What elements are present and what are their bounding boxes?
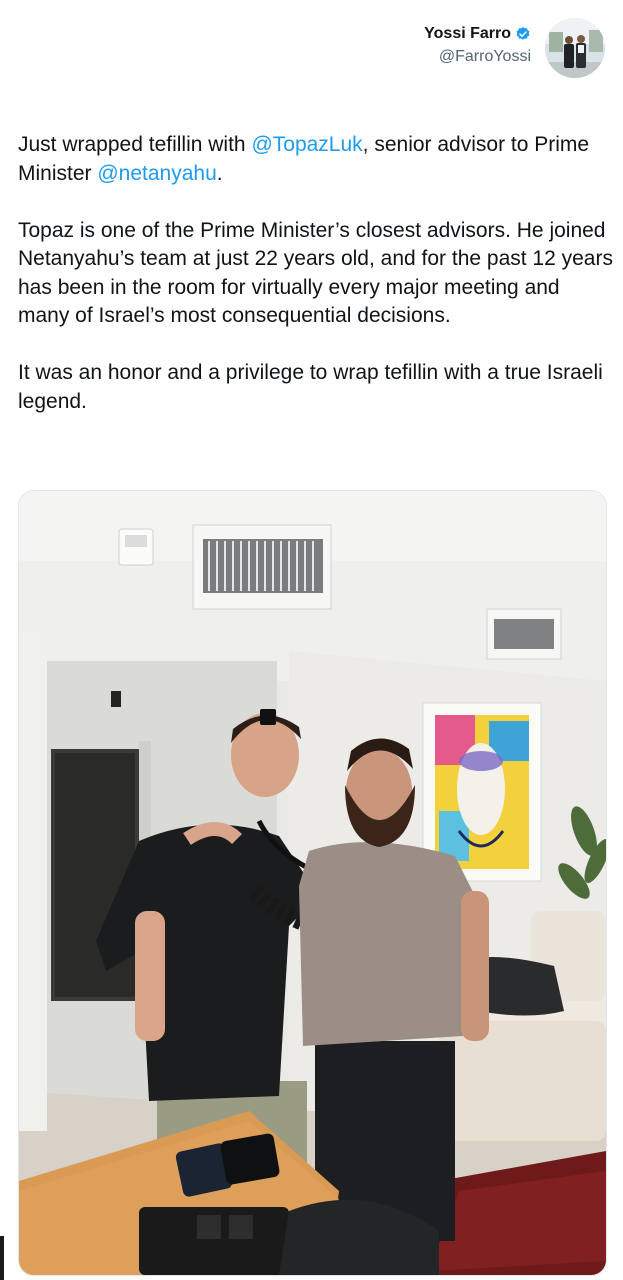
author-handle[interactable]: @FarroYossi [424, 47, 531, 67]
avatar[interactable] [545, 18, 605, 78]
tweet-paragraph-1: Just wrapped tefillin with @TopazLuk, se… [18, 131, 613, 188]
mention-link-topazluk[interactable]: @TopazLuk [251, 133, 362, 156]
edge-artifact [0, 1236, 4, 1280]
tweet-text-segment: . [216, 161, 223, 185]
tweet-screenshot: Yossi Farro @FarroYossi Just wrapped tef… [0, 0, 623, 1280]
tweet-text-segment: Just wrapped tefillin with [18, 133, 252, 156]
mention-link-netanyahu[interactable]: @netanyahu [97, 162, 216, 185]
display-name[interactable]: Yossi Farro [424, 25, 511, 43]
display-name-row[interactable]: Yossi Farro [424, 25, 531, 43]
tweet-photo[interactable] [18, 490, 607, 1276]
tweet-paragraph-2: Topaz is one of the Prime Minister’s clo… [18, 218, 613, 328]
tweet-author[interactable]: Yossi Farro @FarroYossi [424, 18, 605, 78]
verified-badge-icon [515, 26, 531, 42]
tweet-text: Just wrapped tefillin with @TopazLuk, se… [18, 131, 613, 445]
author-names: Yossi Farro @FarroYossi [424, 25, 531, 67]
tweet-paragraph-3: It was an honor and a privilege to wrap … [18, 361, 603, 413]
